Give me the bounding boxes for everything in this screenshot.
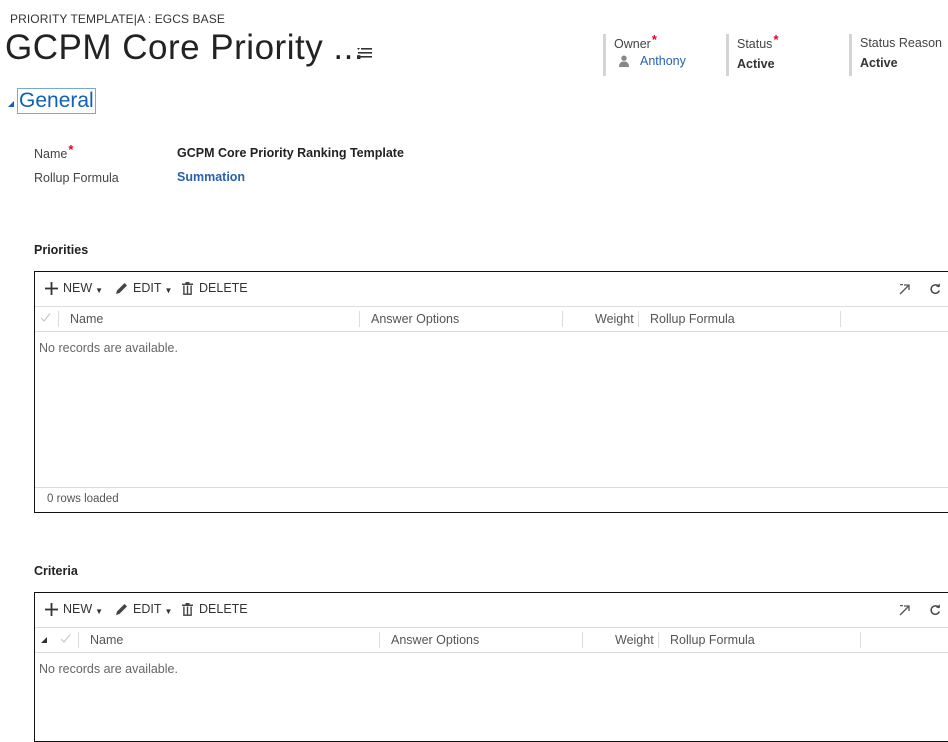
status-value[interactable]: Active — [737, 57, 837, 71]
new-button[interactable]: NEW ▼ — [45, 281, 103, 295]
person-icon — [618, 55, 630, 67]
priorities-subgrid: NEW ▼ EDIT ▼ DELETE Name Answer Options We… — [34, 271, 948, 513]
column-separator — [78, 632, 79, 648]
header-field-status: Status* Active — [726, 32, 837, 76]
empty-message: No records are available. — [39, 662, 178, 676]
edit-button-label: EDIT — [133, 602, 162, 616]
delete-button[interactable]: DELETE — [181, 602, 248, 616]
edit-button-label: EDIT — [133, 281, 162, 295]
expand-icon[interactable] — [899, 282, 911, 295]
section-title-general[interactable]: General — [17, 88, 96, 114]
new-button-label: NEW — [63, 602, 93, 616]
column-separator — [562, 311, 563, 327]
column-separator — [860, 632, 861, 648]
refresh-icon[interactable] — [929, 603, 941, 616]
column-header-answer-options[interactable]: Answer Options — [371, 307, 459, 331]
header-field-status-reason: Status Reason Active — [849, 34, 948, 76]
owner-label: Owner — [614, 37, 651, 51]
entity-type-label: PRIORITY TEMPLATE|A : EGCS BASE — [10, 12, 225, 26]
header-field-owner: Owner* Anthony — [603, 32, 714, 76]
chevron-down-icon: ▼ — [164, 606, 173, 616]
chevron-down-icon: ▼ — [95, 285, 104, 295]
required-marker: * — [651, 32, 657, 47]
subgrid-title-priorities: Priorities — [34, 243, 89, 257]
name-label-text: Name — [34, 147, 68, 161]
edit-button[interactable]: EDIT ▼ — [115, 602, 172, 616]
chevron-down-icon: ▼ — [164, 285, 173, 295]
column-separator — [638, 311, 639, 327]
column-header-name[interactable]: Name — [90, 628, 123, 652]
column-header-rollup-formula[interactable]: Rollup Formula — [670, 628, 755, 652]
plus-icon — [45, 602, 58, 616]
checkmark-icon[interactable] — [60, 628, 71, 652]
menu-lines-icon[interactable] — [356, 45, 374, 61]
pencil-icon — [116, 603, 127, 615]
status-reason-label: Status Reason — [860, 36, 942, 50]
required-marker: * — [68, 142, 74, 157]
new-button-label: NEW — [63, 281, 93, 295]
delete-button[interactable]: DELETE — [181, 281, 248, 295]
criteria-subgrid: NEW ▼ EDIT ▼ DELETE Name Answer Options We… — [34, 592, 948, 742]
checkmark-icon[interactable] — [40, 307, 51, 331]
name-field-value[interactable]: GCPM Core Priority Ranking Template — [177, 146, 404, 160]
column-header-weight[interactable]: Weight — [615, 628, 654, 652]
delete-button-label: DELETE — [199, 602, 248, 616]
column-header-answer-options[interactable]: Answer Options — [391, 628, 479, 652]
subgrid-column-header: Name Answer Options Weight Rollup Formul… — [35, 306, 948, 332]
subgrid-column-header: Name Answer Options Weight Rollup Formul… — [35, 627, 948, 653]
owner-link[interactable]: Anthony — [640, 54, 686, 68]
subgrid-command-bar: NEW ▼ EDIT ▼ DELETE — [35, 593, 948, 627]
edit-button[interactable]: EDIT ▼ — [115, 281, 172, 295]
column-separator — [379, 632, 380, 648]
column-separator — [58, 311, 59, 327]
status-reason-value[interactable]: Active — [860, 56, 948, 70]
pencil-icon — [116, 282, 127, 294]
collapse-triangle-icon[interactable] — [7, 95, 15, 107]
column-separator — [658, 632, 659, 648]
subgrid-title-criteria: Criteria — [34, 564, 78, 578]
column-separator — [840, 311, 841, 327]
sort-triangle-icon[interactable] — [40, 628, 48, 652]
plus-icon — [45, 281, 58, 295]
delete-button-label: DELETE — [199, 281, 248, 295]
expand-icon[interactable] — [899, 603, 911, 616]
rollup-formula-value[interactable]: Summation — [177, 170, 245, 184]
column-separator — [582, 632, 583, 648]
column-header-weight[interactable]: Weight — [595, 307, 634, 331]
status-label: Status — [737, 37, 773, 51]
record-title: GCPM Core Priority ... — [5, 28, 365, 67]
name-field-label: Name* — [34, 142, 73, 161]
trash-icon — [182, 602, 193, 616]
column-separator — [359, 311, 360, 327]
refresh-icon[interactable] — [929, 282, 941, 295]
column-header-rollup-formula[interactable]: Rollup Formula — [650, 307, 735, 331]
chevron-down-icon: ▼ — [95, 606, 104, 616]
column-header-name[interactable]: Name — [70, 307, 103, 331]
trash-icon — [182, 281, 193, 295]
rollup-formula-label: Rollup Formula — [34, 171, 119, 185]
subgrid-command-bar: NEW ▼ EDIT ▼ DELETE — [35, 272, 948, 306]
required-marker: * — [773, 32, 779, 47]
new-button[interactable]: NEW ▼ — [45, 602, 103, 616]
empty-message: No records are available. — [39, 341, 178, 355]
rows-loaded-footer: 0 rows loaded — [35, 487, 948, 511]
